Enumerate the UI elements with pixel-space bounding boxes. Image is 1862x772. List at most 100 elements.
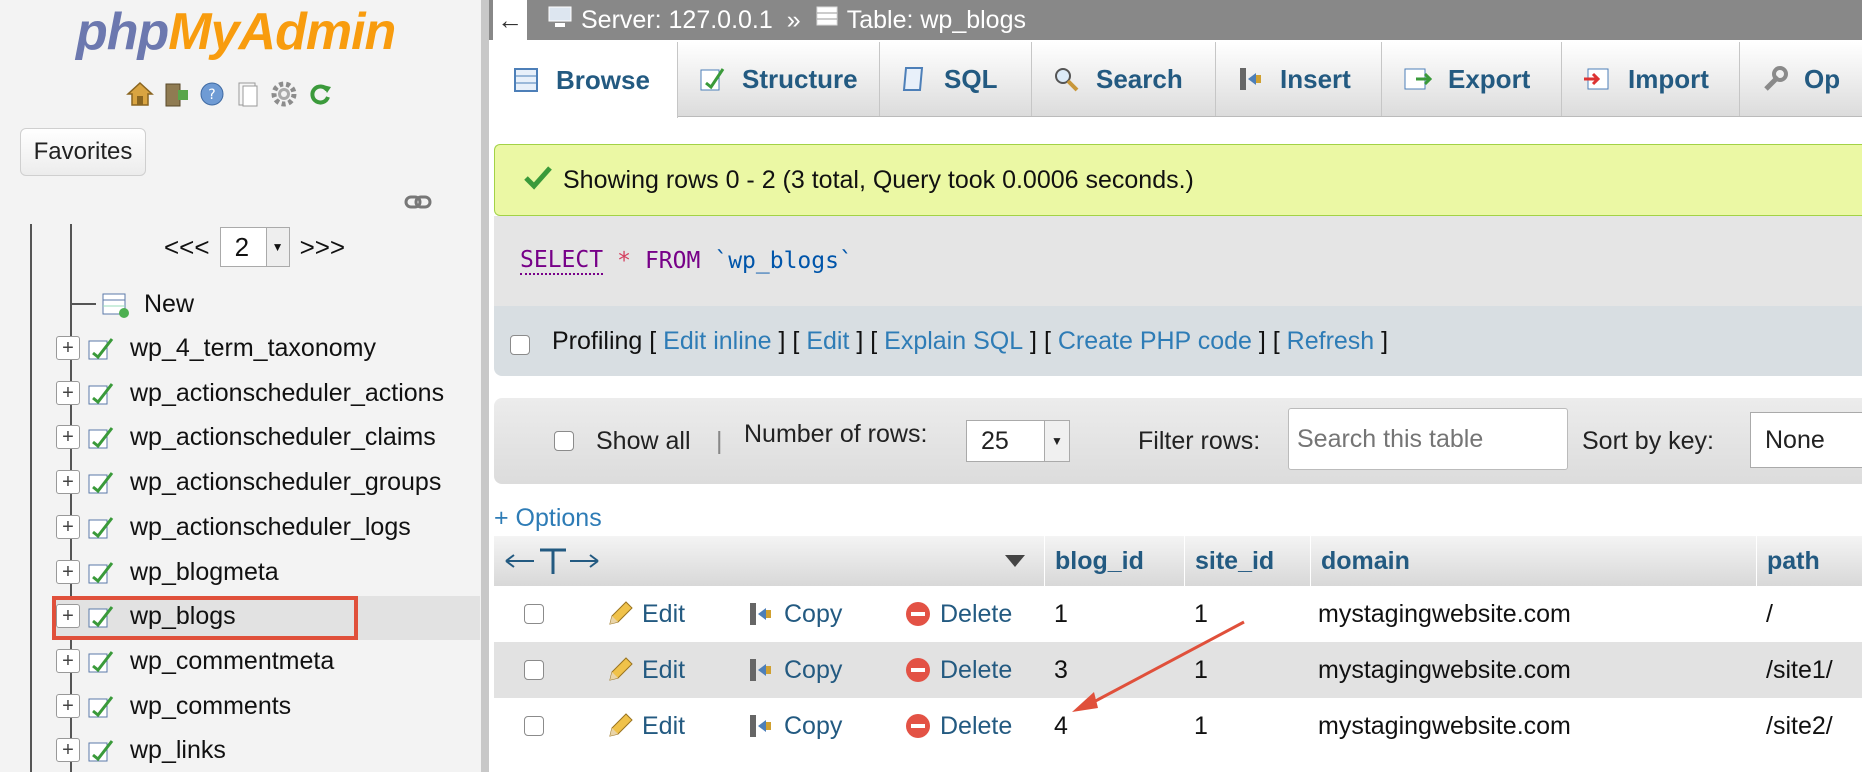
cell-domain[interactable]: mystagingwebsite.com	[1318, 586, 1571, 642]
pager-next[interactable]: >>>	[300, 232, 346, 263]
table-structure-icon[interactable]	[86, 335, 116, 361]
tree-item-new[interactable]: New	[70, 284, 194, 324]
table-structure-icon[interactable]	[86, 559, 116, 585]
row-checkbox[interactable]	[524, 660, 544, 680]
table-structure-icon[interactable]	[86, 693, 116, 719]
sql-select-keyword[interactable]: SELECT	[520, 247, 604, 275]
table-structure-icon[interactable]	[86, 424, 116, 450]
edit-row-button[interactable]: Edit	[606, 586, 685, 642]
profiling-checkbox[interactable]	[510, 335, 530, 355]
column-header-site-id[interactable]: site_id	[1184, 536, 1310, 586]
expand-icon[interactable]: +	[56, 738, 80, 762]
settings-gear-icon[interactable]	[268, 78, 300, 110]
table-structure-icon[interactable]	[86, 514, 116, 540]
collapse-sidebar-button[interactable]: ←	[493, 0, 527, 40]
sidebar-item-label[interactable]: wp_actionscheduler_groups	[130, 468, 441, 497]
tab-structure[interactable]: Structure	[678, 42, 880, 116]
tab-export[interactable]: Export	[1382, 42, 1562, 116]
sidebar-item-label[interactable]: wp_links	[130, 736, 226, 765]
edit-query-link[interactable]: Edit	[806, 327, 849, 356]
reload-icon[interactable]	[304, 78, 336, 110]
sidebar-item-wp-actionscheduler-claims[interactable]: + wp_actionscheduler_claims	[56, 417, 436, 457]
sidebar-item-label[interactable]: wp_blogs	[130, 602, 236, 631]
tab-operations[interactable]: Op	[1740, 42, 1862, 116]
row-checkbox[interactable]	[524, 716, 544, 736]
favorites-button[interactable]: Favorites	[20, 128, 146, 176]
tab-browse[interactable]: Browse	[492, 42, 678, 118]
column-header-domain[interactable]: domain	[1310, 536, 1756, 586]
sidebar-item-wp-blogs[interactable]: + wp_blogs	[56, 596, 236, 636]
column-header-path[interactable]: path	[1756, 536, 1862, 586]
sidebar-item-wp-4-term-taxonomy[interactable]: + wp_4_term_taxonomy	[56, 328, 376, 368]
explain-sql-link[interactable]: Explain SQL	[884, 327, 1023, 356]
home-icon[interactable]	[124, 78, 156, 110]
expand-icon[interactable]: +	[56, 381, 80, 405]
column-header-blog-id[interactable]: blog_id	[1044, 536, 1184, 586]
expand-icon[interactable]: +	[56, 560, 80, 584]
number-of-rows-select[interactable]: 25 ▼	[966, 398, 1070, 484]
docs-icon[interactable]	[232, 78, 264, 110]
delete-row-button[interactable]: Delete	[904, 642, 1012, 698]
delete-row-button[interactable]: Delete	[904, 698, 1012, 754]
options-toggle[interactable]: + Options	[494, 504, 602, 533]
link-with-main-panel-icon[interactable]	[404, 194, 432, 210]
table-structure-icon[interactable]	[86, 469, 116, 495]
refresh-link[interactable]: Refresh	[1287, 327, 1375, 356]
sidebar-item-label[interactable]: wp_blogmeta	[130, 558, 279, 587]
sidebar-item-label[interactable]: wp_actionscheduler_logs	[130, 513, 411, 542]
phpmyadmin-logo[interactable]: phpMyAdmin	[76, 2, 396, 62]
sidebar-item-wp-actionscheduler-actions[interactable]: + wp_actionscheduler_actions	[56, 373, 444, 413]
sort-dropdown-icon[interactable]	[994, 536, 1044, 586]
expand-icon[interactable]: +	[56, 694, 80, 718]
sidebar-item-wp-actionscheduler-logs[interactable]: + wp_actionscheduler_logs	[56, 507, 411, 547]
tab-import[interactable]: Import	[1562, 42, 1740, 116]
logout-icon[interactable]	[160, 78, 192, 110]
breadcrumb-table[interactable]: Table: wp_blogs	[847, 6, 1026, 35]
edit-inline-link[interactable]: Edit inline	[663, 327, 771, 356]
filter-rows-input[interactable]	[1288, 408, 1568, 470]
cell-domain[interactable]: mystagingwebsite.com	[1318, 642, 1571, 698]
help-icon[interactable]: ?	[196, 78, 228, 110]
sidebar-item-wp-blogmeta[interactable]: + wp_blogmeta	[56, 552, 279, 592]
pager-page-select[interactable]: 2 ▼	[219, 227, 290, 267]
copy-row-button[interactable]: Copy	[746, 642, 842, 698]
sidebar-item-wp-links[interactable]: + wp_links	[56, 730, 226, 770]
sort-by-key-select[interactable]: None	[1750, 412, 1862, 468]
tab-search[interactable]: Search	[1032, 42, 1216, 116]
cell-domain[interactable]: mystagingwebsite.com	[1318, 698, 1571, 754]
sidebar-item-wp-commentmeta[interactable]: + wp_commentmeta	[56, 641, 334, 681]
table-structure-icon[interactable]	[86, 603, 116, 629]
table-structure-icon[interactable]	[86, 380, 116, 406]
sidebar-item-wp-actionscheduler-groups[interactable]: + wp_actionscheduler_groups	[56, 462, 441, 502]
create-php-code-link[interactable]: Create PHP code	[1058, 327, 1252, 356]
table-structure-icon[interactable]	[86, 737, 116, 763]
expand-icon[interactable]: +	[56, 515, 80, 539]
tab-insert[interactable]: Insert	[1216, 42, 1382, 116]
expand-icon[interactable]: +	[56, 604, 80, 628]
table-structure-icon[interactable]	[86, 648, 116, 674]
edit-row-button[interactable]: Edit	[606, 642, 685, 698]
column-resize-arrows-icon[interactable]	[494, 536, 624, 586]
row-checkbox[interactable]	[524, 604, 544, 624]
expand-icon[interactable]: +	[56, 470, 80, 494]
delete-row-button[interactable]: Delete	[904, 586, 1012, 642]
sidebar-item-wp-comments[interactable]: + wp_comments	[56, 686, 291, 726]
copy-row-button[interactable]: Copy	[746, 586, 842, 642]
cell-path[interactable]: /	[1766, 586, 1773, 642]
expand-icon[interactable]: +	[56, 425, 80, 449]
sidebar-item-label[interactable]: wp_4_term_taxonomy	[130, 334, 376, 363]
sidebar-item-label[interactable]: wp_comments	[130, 692, 291, 721]
sidebar-resizer[interactable]	[481, 0, 489, 772]
show-all-control[interactable]: Show all	[554, 398, 691, 484]
sidebar-item-label[interactable]: wp_actionscheduler_actions	[130, 379, 444, 408]
expand-icon[interactable]: +	[56, 649, 80, 673]
edit-row-button[interactable]: Edit	[606, 698, 685, 754]
cell-path[interactable]: /site2/	[1766, 698, 1833, 754]
breadcrumb-server[interactable]: Server: 127.0.0.1	[581, 6, 773, 35]
sidebar-item-label[interactable]: wp_actionscheduler_claims	[130, 423, 436, 452]
show-all-checkbox[interactable]	[554, 431, 574, 451]
expand-icon[interactable]: +	[56, 336, 80, 360]
cell-path[interactable]: /site1/	[1766, 642, 1833, 698]
copy-row-button[interactable]: Copy	[746, 698, 842, 754]
tab-sql[interactable]: SQL	[880, 42, 1032, 116]
